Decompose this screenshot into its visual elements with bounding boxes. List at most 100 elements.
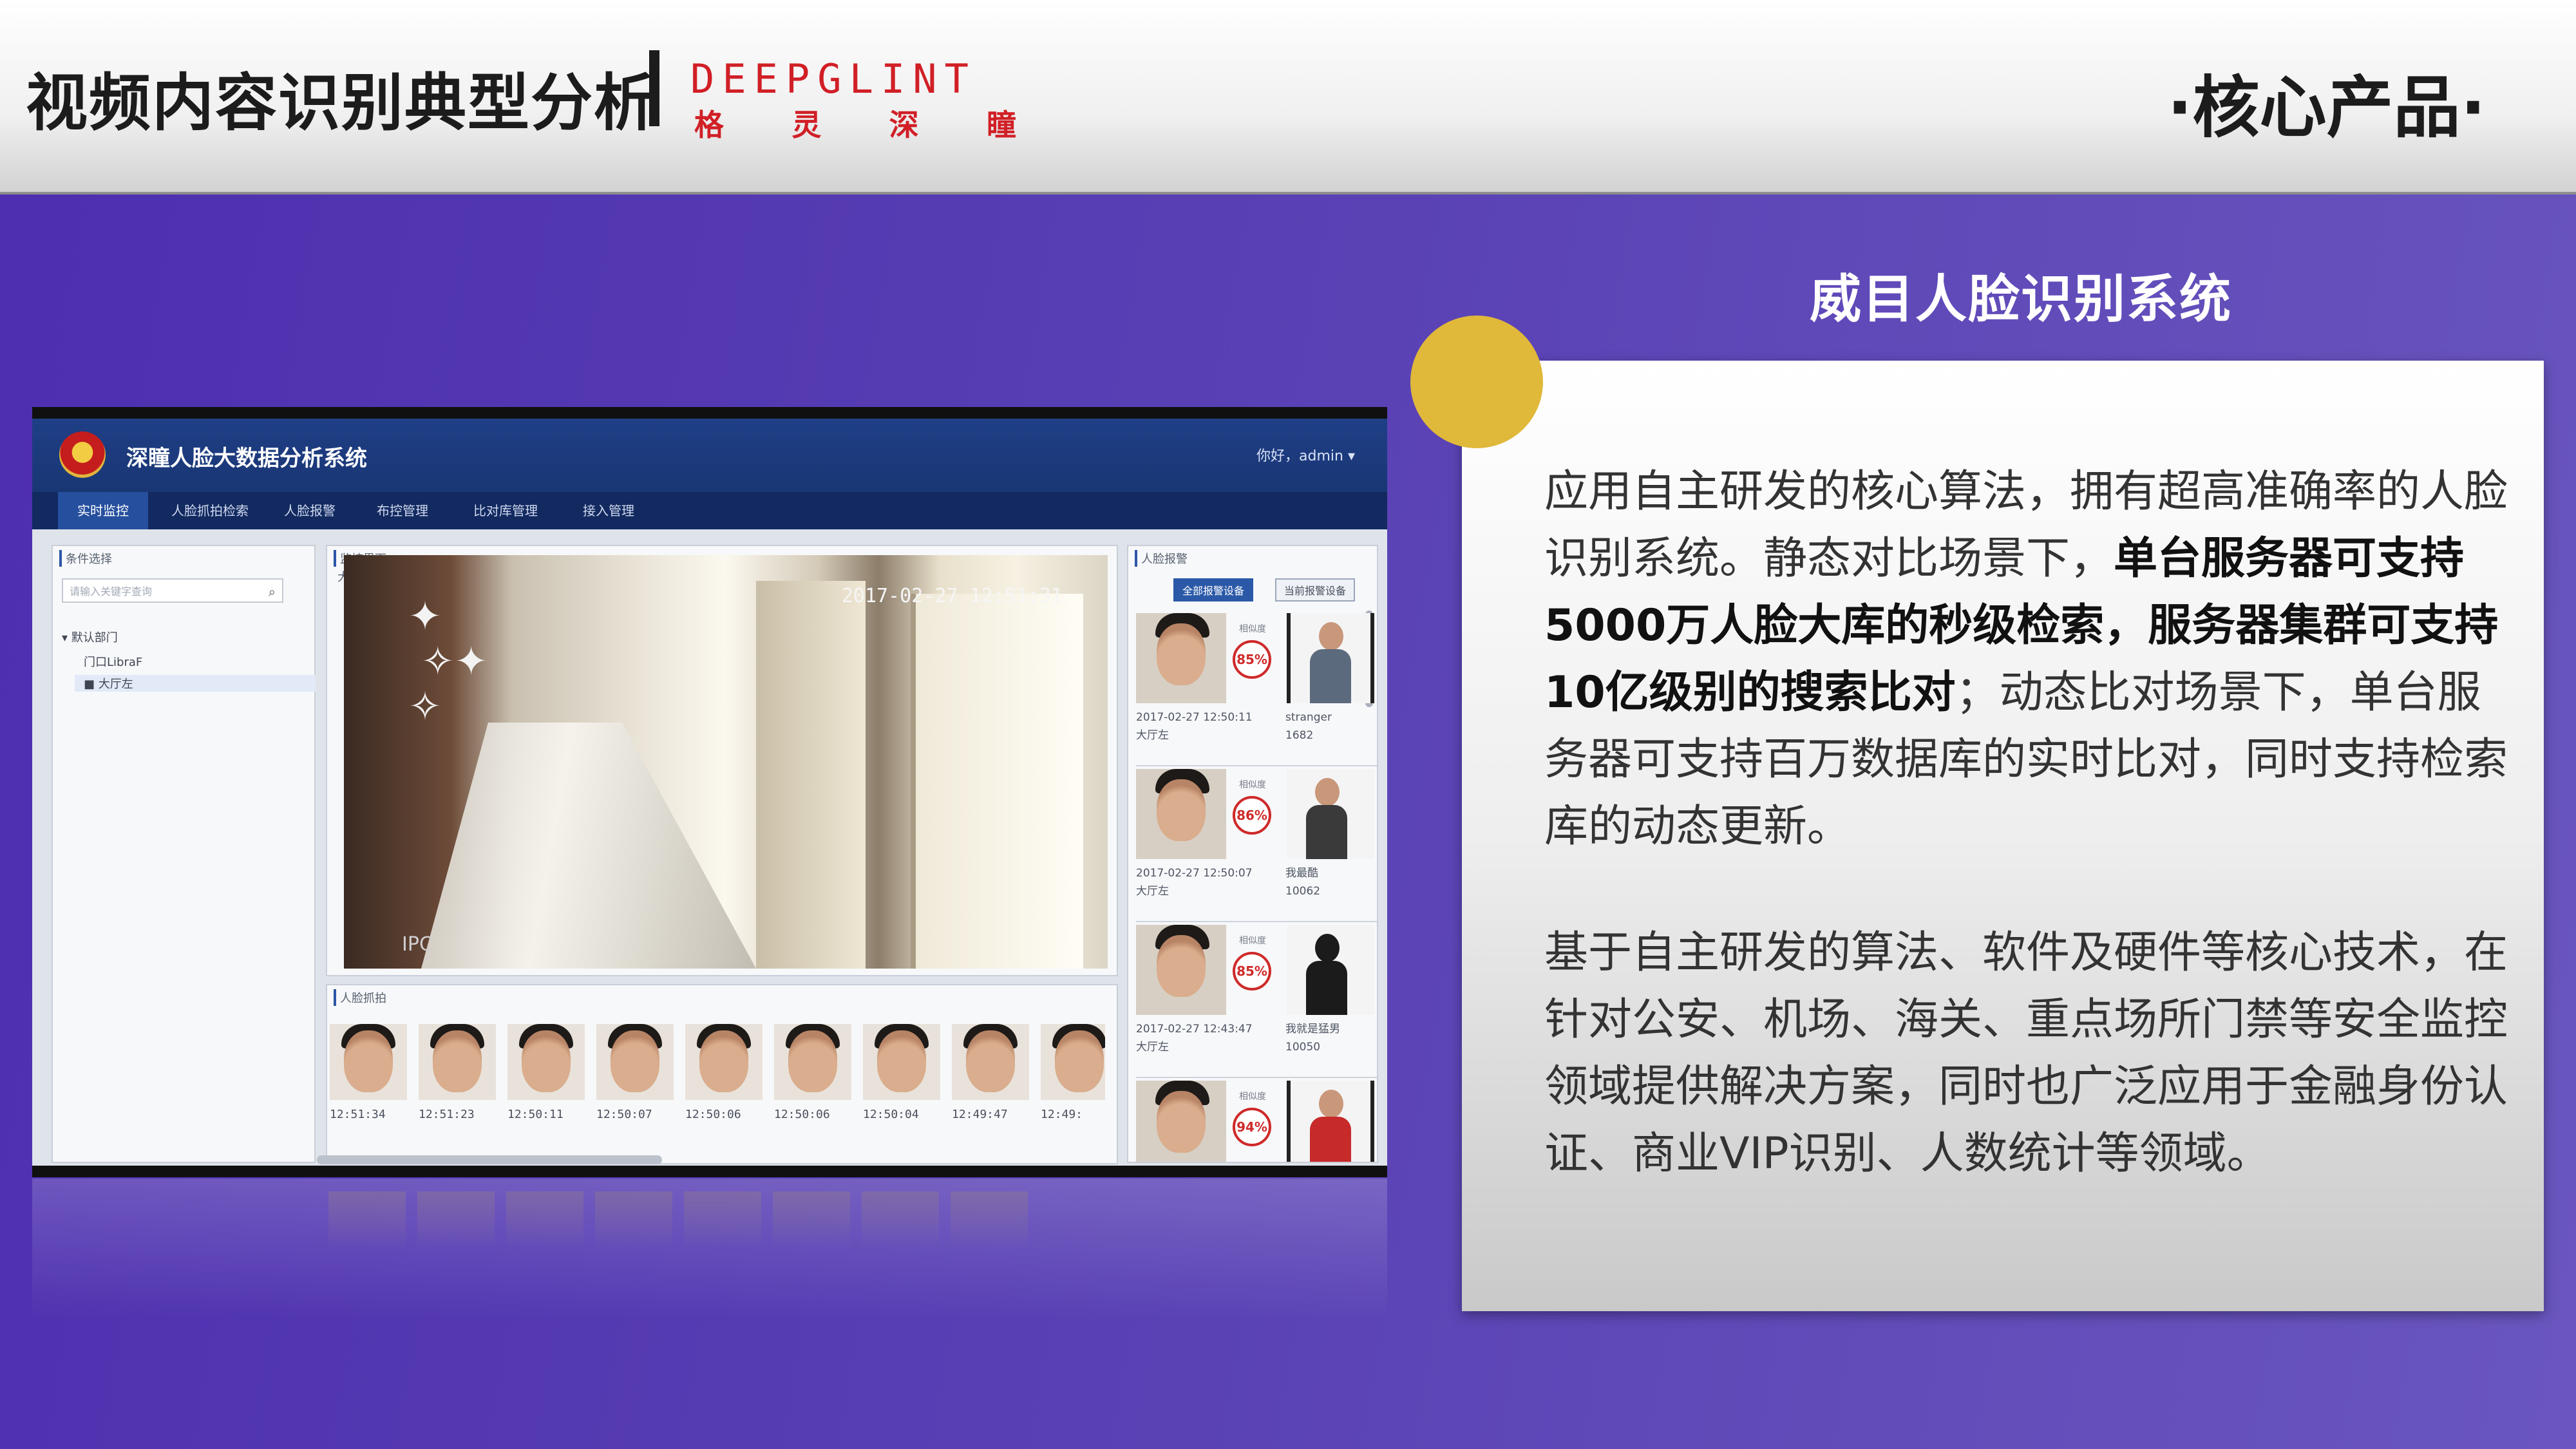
logo-char: 瞳: [986, 108, 1016, 142]
header-separator: [649, 50, 659, 126]
tab-face-alarm[interactable]: 人脸报警: [268, 492, 352, 529]
alarm-time: 2017-02-27 12:50:07: [1136, 867, 1253, 880]
tree-item-dept[interactable]: ▾ 默认部门: [62, 629, 118, 645]
tab-library[interactable]: 比对库管理: [457, 492, 554, 529]
face-thumbnail[interactable]: [507, 1024, 585, 1100]
face-scrollbar[interactable]: [317, 1155, 662, 1164]
gold-circle-decoration: [1410, 316, 1543, 448]
video-corner-label: IPC: [402, 933, 433, 956]
alarm-face-image: [1136, 925, 1226, 1015]
alarm-row[interactable]: 相似度 94%: [1136, 1081, 1377, 1162]
deepglint-logo-cn: 格 灵 深 瞳: [694, 102, 1016, 144]
screenshot-reflection: [32, 1179, 1387, 1320]
police-emblem-icon: [59, 431, 106, 478]
alarm-time: 2017-02-27 12:50:11: [1136, 711, 1253, 724]
video-door: [911, 594, 1083, 969]
tab-current-alarm-devices[interactable]: 当前报警设备: [1275, 578, 1356, 601]
face-thumbnail[interactable]: [330, 1024, 407, 1100]
slide-header: 视频内容识别典型分析 DEEPGLINT 格 灵 深 瞳 ·核心产品·: [0, 0, 2576, 194]
alarm-id: 10062: [1285, 885, 1321, 898]
tab-live-monitor[interactable]: 实时监控: [58, 492, 148, 529]
alarm-person-image: [1287, 613, 1374, 703]
face-thumbnail[interactable]: [685, 1024, 762, 1100]
face-time: 12:50:11: [507, 1108, 564, 1121]
alarm-meta: 2017-02-27 12:50:07 大厅左: [1136, 864, 1253, 900]
similarity-badge: 94%: [1233, 1108, 1271, 1146]
panel-title: 条件选择: [59, 550, 112, 567]
alarm-meta: 2017-02-27 12:50:11 大厅左: [1136, 708, 1253, 744]
alarm-meta: 2017-02-27 12:43:47 大厅左: [1136, 1020, 1253, 1056]
paragraph-1: 应用自主研发的核心算法，拥有超高准确率的人脸识别系统。静态对比场景下，单台服务器…: [1544, 459, 2523, 860]
panel-title: 人脸报警: [1135, 550, 1188, 567]
alarm-id: 1682: [1285, 729, 1314, 742]
panel-title: 人脸抓拍: [334, 989, 386, 1006]
alarm-name: 我就是猛男: [1285, 1023, 1340, 1036]
alarm-row[interactable]: 相似度 86% 2017-02-27 12:50:07 大厅左 我最酷 10062: [1136, 769, 1377, 922]
logo-char: 深: [889, 108, 919, 142]
tab-all-alarm-devices[interactable]: 全部报警设备: [1173, 578, 1254, 601]
live-video[interactable]: ✦ ✧✦ ✧ 2017-02-27 12:51:31 IPC: [344, 555, 1108, 969]
alarm-row[interactable]: 相似度 85% 2017-02-27 12:43:47 大厅左 我就是猛男 1005…: [1136, 925, 1377, 1078]
tree-item-door[interactable]: 门口LibraF: [84, 653, 142, 670]
logo-char: 灵: [791, 108, 822, 142]
alarm-face-image: [1136, 613, 1226, 703]
alarm-panel: 人脸报警 全部报警设备 当前报警设备 相似度 85% 2017-02-27 12…: [1127, 545, 1378, 1163]
alarm-name: stranger: [1285, 711, 1332, 724]
alarm-meta: stranger 1682: [1285, 708, 1332, 744]
app-title: 深瞳人脸大数据分析系统: [126, 446, 367, 471]
video-timestamp: 2017-02-27 12:51:31: [841, 585, 1063, 607]
alarm-place: 大厅左: [1136, 1041, 1169, 1054]
section-title: ·核心产品·: [2166, 68, 2486, 147]
face-time: 12:51:34: [330, 1108, 386, 1121]
similarity-badge: 85%: [1233, 952, 1271, 990]
star-decoration-icon: ✦ ✧✦ ✧: [408, 592, 488, 730]
tab-deploy[interactable]: 布控管理: [361, 492, 444, 529]
alarm-person-image: [1287, 769, 1374, 859]
video-pillar: [756, 581, 866, 969]
face-time: 12:50:06: [685, 1108, 741, 1121]
face-thumbnail[interactable]: [596, 1024, 674, 1100]
alarm-person-image: [1287, 925, 1374, 1015]
similarity-badge: 85%: [1233, 640, 1271, 679]
face-thumbnail[interactable]: [952, 1024, 1029, 1100]
face-time: 12:50:07: [596, 1108, 652, 1121]
app-screenshot: 深瞳人脸大数据分析系统 你好，admin ▾ 实时监控 人脸抓拍检索 人脸报警 …: [32, 407, 1387, 1177]
tab-face-search[interactable]: 人脸抓拍检索: [158, 492, 261, 529]
alarm-place: 大厅左: [1136, 885, 1169, 898]
alarm-id: 10050: [1285, 1041, 1321, 1054]
description-card: 应用自主研发的核心算法，拥有超高准确率的人脸识别系统。静态对比场景下，单台服务器…: [1462, 361, 2544, 1311]
app-nav: 实时监控 人脸抓拍检索 人脸报警 布控管理 比对库管理 接入管理: [32, 492, 1387, 529]
paragraph-2: 基于自主研发的算法、软件及硬件等核心技术，在针对公安、机场、海关、重点场所门禁等…: [1544, 927, 2508, 1179]
alarm-row[interactable]: 相似度 85% 2017-02-27 12:50:11 大厅左 stranger 1…: [1136, 613, 1377, 766]
alarm-person-image: [1287, 1081, 1374, 1162]
face-thumbnail[interactable]: [1041, 1024, 1105, 1100]
face-thumbnail[interactable]: [419, 1024, 496, 1100]
face-time: 12:51:23: [419, 1108, 475, 1121]
header-title: 视频内容识别典型分析: [26, 67, 657, 139]
alarm-name: 我最酷: [1285, 867, 1318, 880]
alarm-meta: 我最酷 10062: [1285, 864, 1320, 900]
similarity-badge: 86%: [1233, 796, 1271, 835]
alarm-face-image: [1136, 769, 1226, 859]
similarity-label: 相似度: [1239, 780, 1266, 790]
face-time: 12:50:04: [863, 1108, 919, 1121]
alarm-place: 大厅左: [1136, 729, 1169, 742]
face-thumbnail[interactable]: [774, 1024, 851, 1100]
face-thumbnail[interactable]: [863, 1024, 940, 1100]
face-time: 12:50:06: [774, 1108, 830, 1121]
alarm-time: 2017-02-27 12:43:47: [1136, 1023, 1253, 1036]
deepglint-logo-text: DEEPGLINT: [690, 55, 976, 102]
app-topbar: 深瞳人脸大数据分析系统 你好，admin ▾: [32, 419, 1387, 492]
alarm-face-image: [1136, 1081, 1226, 1162]
similarity-label: 相似度: [1239, 1092, 1266, 1102]
search-icon[interactable]: ⌕: [269, 580, 276, 604]
similarity-label: 相似度: [1239, 624, 1266, 634]
reflection-faces: [328, 1191, 1028, 1249]
tab-access[interactable]: 接入管理: [567, 492, 650, 529]
tree-item-hall-left[interactable]: ■ 大厅左: [75, 675, 316, 692]
user-menu[interactable]: 你好，admin ▾: [1256, 444, 1355, 465]
condition-panel: 条件选择 请输入关键字查询 ⌕ ▾ 默认部门 门口LibraF ■ 大厅左: [52, 545, 316, 1163]
logo-char: 格: [694, 108, 724, 142]
alarm-meta: 我就是猛男 10050: [1285, 1020, 1340, 1056]
search-input[interactable]: 请输入关键字查询 ⌕: [62, 578, 283, 603]
